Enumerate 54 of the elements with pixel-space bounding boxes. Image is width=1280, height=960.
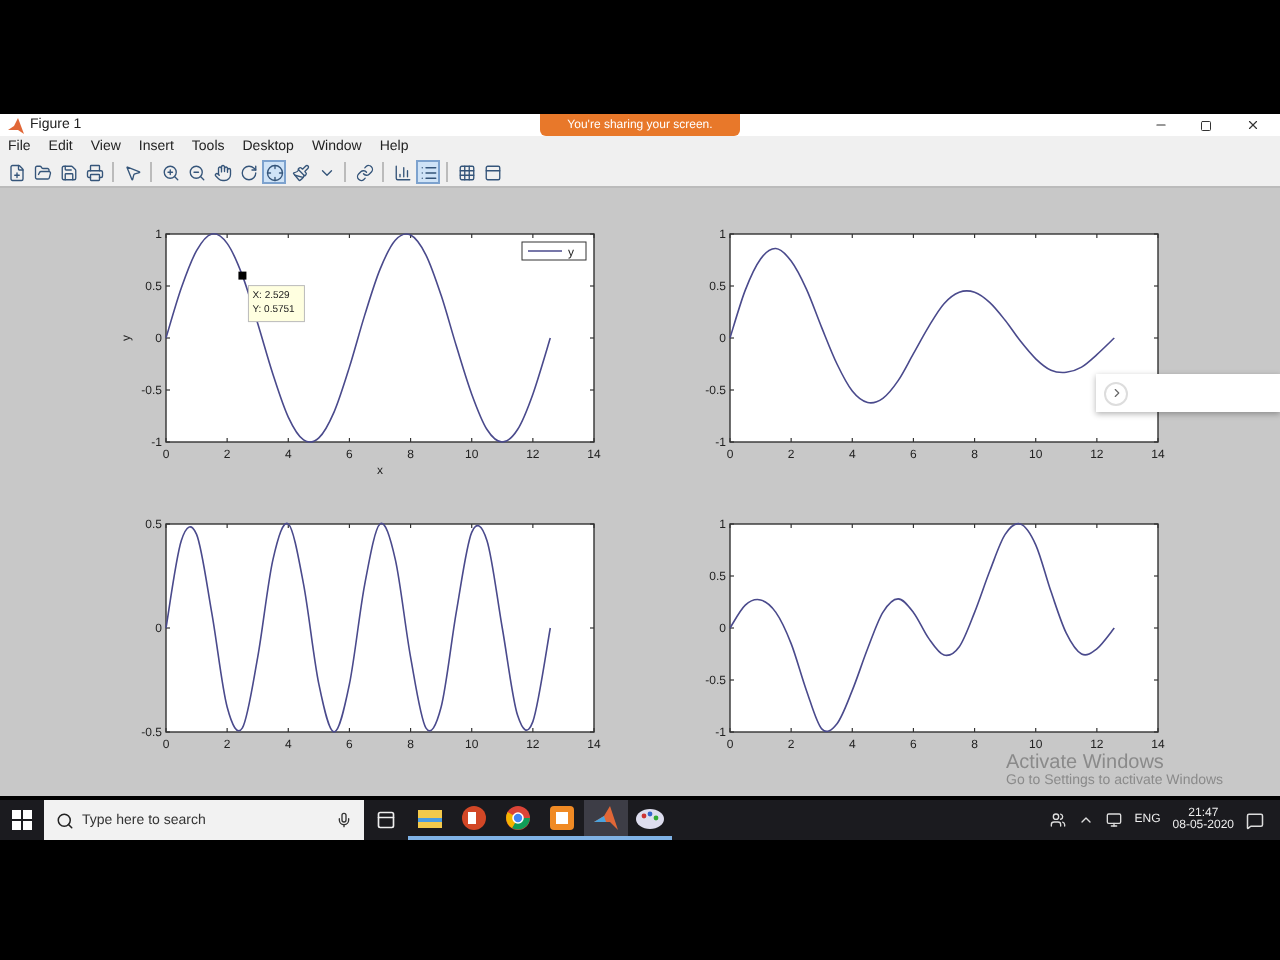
list-button[interactable] (416, 160, 440, 184)
list-icon (419, 163, 437, 181)
presentation-icon (462, 806, 486, 830)
datatip-background (247, 285, 305, 323)
rotate-button[interactable] (236, 160, 260, 184)
grid-button[interactable] (454, 160, 478, 184)
bar-chart-icon (393, 163, 411, 181)
zoom-in-button[interactable] (158, 160, 182, 184)
network-icon[interactable] (1106, 812, 1123, 828)
new-file-icon (7, 163, 25, 181)
palette-icon (636, 807, 664, 829)
hand-button[interactable] (210, 160, 234, 184)
printer-button[interactable] (82, 160, 106, 184)
printer-icon (85, 163, 103, 181)
link-button[interactable] (352, 160, 376, 184)
maximize-icon (1200, 119, 1212, 131)
bar-chart-button[interactable] (390, 160, 414, 184)
chevron-right-icon (1109, 386, 1123, 400)
minimize-icon (1153, 118, 1167, 132)
save-button[interactable] (56, 160, 80, 184)
zoom-out-icon (187, 163, 205, 181)
rotate-icon (239, 163, 257, 181)
activation-title: Activate Windows (1006, 752, 1166, 774)
hand-icon (213, 163, 231, 181)
round-logo-icon (506, 806, 530, 830)
document-app-icon (550, 806, 574, 830)
search-icon (56, 811, 74, 829)
pointer-button[interactable] (120, 160, 144, 184)
pointer-icon (123, 163, 141, 181)
crosshair-button[interactable] (262, 160, 286, 184)
zoom-in-icon (161, 163, 179, 181)
notifications-icon[interactable] (1246, 811, 1264, 829)
folder-icon (33, 163, 51, 181)
brush-icon (291, 163, 309, 181)
save-icon (59, 163, 77, 181)
zoom-out-button[interactable] (184, 160, 208, 184)
caret-icon[interactable] (1078, 812, 1095, 828)
link-icon (355, 163, 373, 181)
crosshair-icon (265, 163, 283, 181)
close-icon (1245, 118, 1259, 132)
peak-logo-icon (594, 806, 618, 830)
brush-button[interactable] (288, 160, 312, 184)
folder-button[interactable] (30, 160, 54, 184)
expand-button[interactable] (1104, 381, 1128, 405)
new-file-button[interactable] (4, 160, 28, 184)
people-icon[interactable] (1050, 812, 1067, 828)
folder-icon (418, 808, 442, 828)
task-view-icon (376, 810, 396, 830)
grid-icon (457, 163, 475, 181)
datatip-marker[interactable] (238, 271, 247, 280)
windows-logo-icon (12, 810, 32, 830)
panel-button[interactable] (480, 160, 504, 184)
panel-icon (483, 163, 501, 181)
microphone-icon[interactable] (336, 812, 352, 828)
